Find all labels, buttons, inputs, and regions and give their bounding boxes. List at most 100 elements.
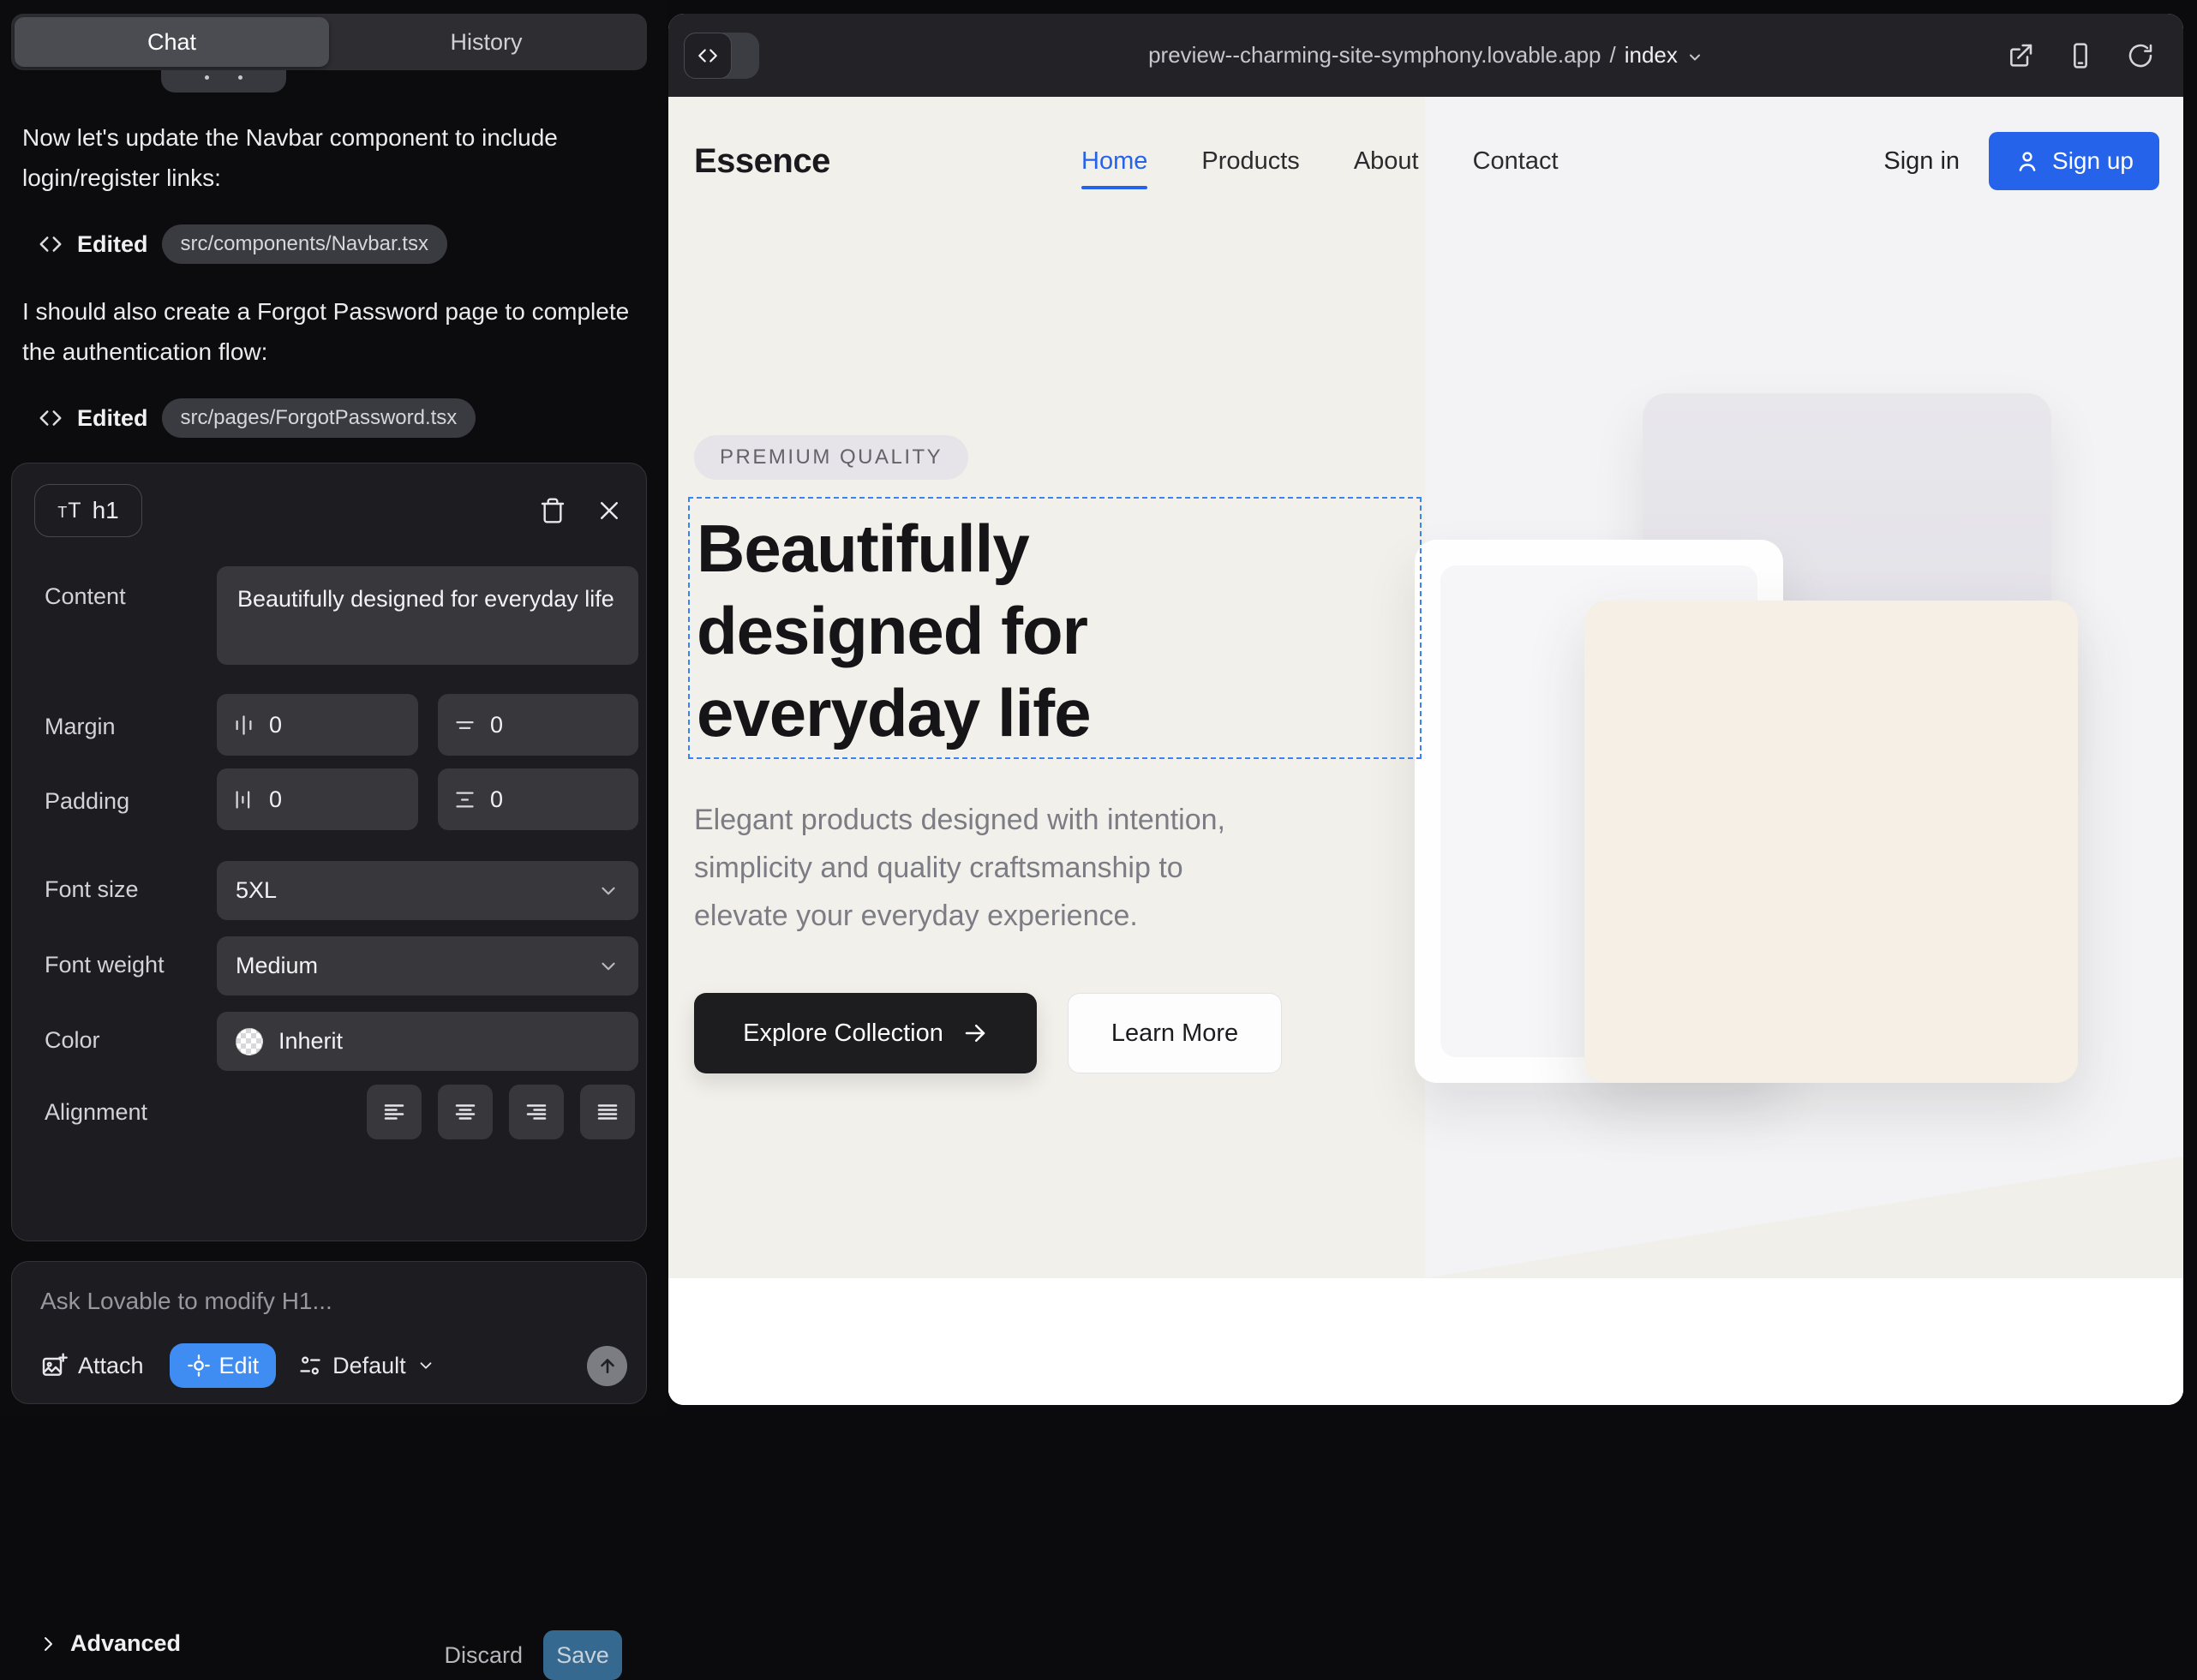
- path-separator: /: [1610, 42, 1616, 69]
- chevron-down-icon: [597, 955, 620, 978]
- tab-chat[interactable]: Chat: [15, 17, 329, 67]
- arrow-right-icon: [962, 1020, 988, 1046]
- margin-y-input[interactable]: 0: [438, 694, 638, 756]
- page-name: index: [1625, 42, 1678, 69]
- edit-mode-button[interactable]: Edit: [170, 1343, 277, 1388]
- attach-button[interactable]: Attach: [40, 1352, 144, 1379]
- edited-file-row[interactable]: Edited src/pages/ForgotPassword.tsx: [38, 398, 476, 438]
- close-editor-button[interactable]: [591, 493, 627, 529]
- sign-up-button[interactable]: Sign up: [1989, 132, 2159, 190]
- preview-window: preview--charming-site-symphony.lovable.…: [668, 14, 2183, 1405]
- nav-link-about[interactable]: About: [1354, 147, 1419, 176]
- margin-x-icon: [232, 714, 255, 737]
- nav-links: Home Products About Contact: [1081, 97, 1559, 225]
- padding-y-input[interactable]: 0: [438, 768, 638, 830]
- color-select[interactable]: Inherit: [217, 1012, 638, 1071]
- save-button[interactable]: Save: [543, 1630, 622, 1680]
- align-left-button[interactable]: [367, 1085, 422, 1139]
- file-chip[interactable]: src/components/Navbar.tsx: [162, 224, 447, 264]
- edited-file-row[interactable]: Edited src/components/Navbar.tsx: [38, 224, 447, 264]
- file-chip[interactable]: src/pages/ForgotPassword.tsx: [162, 398, 476, 438]
- sign-in-link[interactable]: Sign in: [1883, 147, 1960, 176]
- font-weight-select[interactable]: Medium: [217, 936, 638, 995]
- chat-history-tabs: Chat History: [11, 14, 647, 70]
- mobile-view-button[interactable]: [2067, 42, 2094, 69]
- hero-badge: PREMIUM QUALITY: [694, 435, 968, 480]
- font-size-label: Font size: [45, 876, 139, 903]
- close-icon: [596, 498, 622, 523]
- chat-message: I should also create a Forgot Password p…: [22, 291, 643, 372]
- chat-composer: Ask Lovable to modify H1... Attach Edit …: [11, 1261, 647, 1404]
- chevron-down-icon: [597, 880, 620, 902]
- alignment-label: Alignment: [45, 1099, 147, 1126]
- hero-heading[interactable]: Beautifully designed for everyday life: [697, 507, 1091, 754]
- align-center-icon: [452, 1099, 478, 1125]
- site-logo[interactable]: Essence: [694, 97, 830, 225]
- open-external-button[interactable]: [2007, 42, 2034, 69]
- refresh-icon: [2127, 42, 2154, 69]
- code-preview-toggle[interactable]: [684, 33, 759, 79]
- site-navbar: Essence Home Products About Contact Sign…: [668, 97, 2183, 225]
- align-left-icon: [381, 1099, 407, 1125]
- preview-url: preview--charming-site-symphony.lovable.…: [1148, 42, 1601, 69]
- align-right-icon: [524, 1099, 549, 1125]
- align-center-button[interactable]: [438, 1085, 493, 1139]
- nav-link-products[interactable]: Products: [1201, 147, 1299, 176]
- align-justify-button[interactable]: [580, 1085, 635, 1139]
- advanced-toggle[interactable]: Advanced: [38, 1630, 181, 1657]
- chevron-down-icon: [1686, 49, 1703, 66]
- send-arrow-icon: [596, 1354, 619, 1377]
- explore-collection-button[interactable]: Explore Collection: [694, 993, 1037, 1073]
- composer-input[interactable]: Ask Lovable to modify H1...: [40, 1288, 332, 1315]
- nav-link-home[interactable]: Home: [1081, 147, 1147, 176]
- refresh-button[interactable]: [2127, 42, 2154, 69]
- padding-x-input[interactable]: 0: [217, 768, 418, 830]
- content-label: Content: [45, 583, 126, 610]
- preview-toolbar: preview--charming-site-symphony.lovable.…: [668, 14, 2183, 97]
- code-icon: [38, 231, 63, 257]
- learn-more-button[interactable]: Learn More: [1068, 993, 1282, 1073]
- edited-label: Edited: [77, 231, 148, 258]
- sliders-icon: [298, 1354, 322, 1378]
- external-link-icon: [2007, 42, 2034, 69]
- padding-label: Padding: [45, 788, 129, 815]
- alignment-group: [367, 1085, 635, 1139]
- typography-icon: TT: [57, 499, 81, 523]
- user-icon: [2014, 148, 2040, 174]
- section-below-hero: [668, 1278, 2183, 1405]
- chevron-right-icon: [38, 1634, 58, 1654]
- trash-icon: [539, 497, 566, 524]
- tab-history[interactable]: History: [329, 17, 644, 67]
- code-icon: [38, 405, 63, 431]
- padding-x-icon: [232, 788, 255, 811]
- delete-element-button[interactable]: [535, 493, 571, 529]
- color-label: Color: [45, 1027, 100, 1054]
- code-icon: [684, 33, 732, 79]
- margin-label: Margin: [45, 714, 116, 740]
- scrolled-chip-partial[interactable]: [161, 70, 286, 93]
- margin-y-icon: [453, 714, 476, 737]
- attach-image-icon: [40, 1352, 68, 1379]
- padding-y-icon: [453, 788, 476, 811]
- discard-button[interactable]: Discard: [444, 1642, 523, 1669]
- send-button[interactable]: [587, 1346, 627, 1386]
- font-weight-label: Font weight: [45, 952, 165, 978]
- element-tag-label: h1: [93, 497, 119, 524]
- element-editor-panel: TT h1 Content Beautifully designed for e…: [11, 463, 647, 1241]
- align-justify-icon: [595, 1099, 620, 1125]
- edit-target-icon: [187, 1354, 211, 1378]
- site-canvas: Essence Home Products About Contact Sign…: [668, 97, 2183, 1405]
- url-bar[interactable]: preview--charming-site-symphony.lovable.…: [1148, 42, 1703, 69]
- hero-paragraph: Elegant products designed with intention…: [694, 796, 1225, 940]
- mode-select[interactable]: Default: [298, 1353, 435, 1379]
- left-panel: Chat History Now let's update the Navbar…: [0, 0, 667, 1415]
- chevron-down-icon: [416, 1356, 435, 1375]
- content-input[interactable]: Beautifully designed for everyday life: [217, 566, 638, 665]
- decorative-card-cream: [1584, 601, 2078, 1083]
- margin-x-input[interactable]: 0: [217, 694, 418, 756]
- edited-label: Edited: [77, 405, 148, 432]
- nav-link-contact[interactable]: Contact: [1473, 147, 1559, 176]
- selected-element-tag[interactable]: TT h1: [34, 484, 142, 537]
- font-size-select[interactable]: 5XL: [217, 861, 638, 920]
- align-right-button[interactable]: [509, 1085, 564, 1139]
